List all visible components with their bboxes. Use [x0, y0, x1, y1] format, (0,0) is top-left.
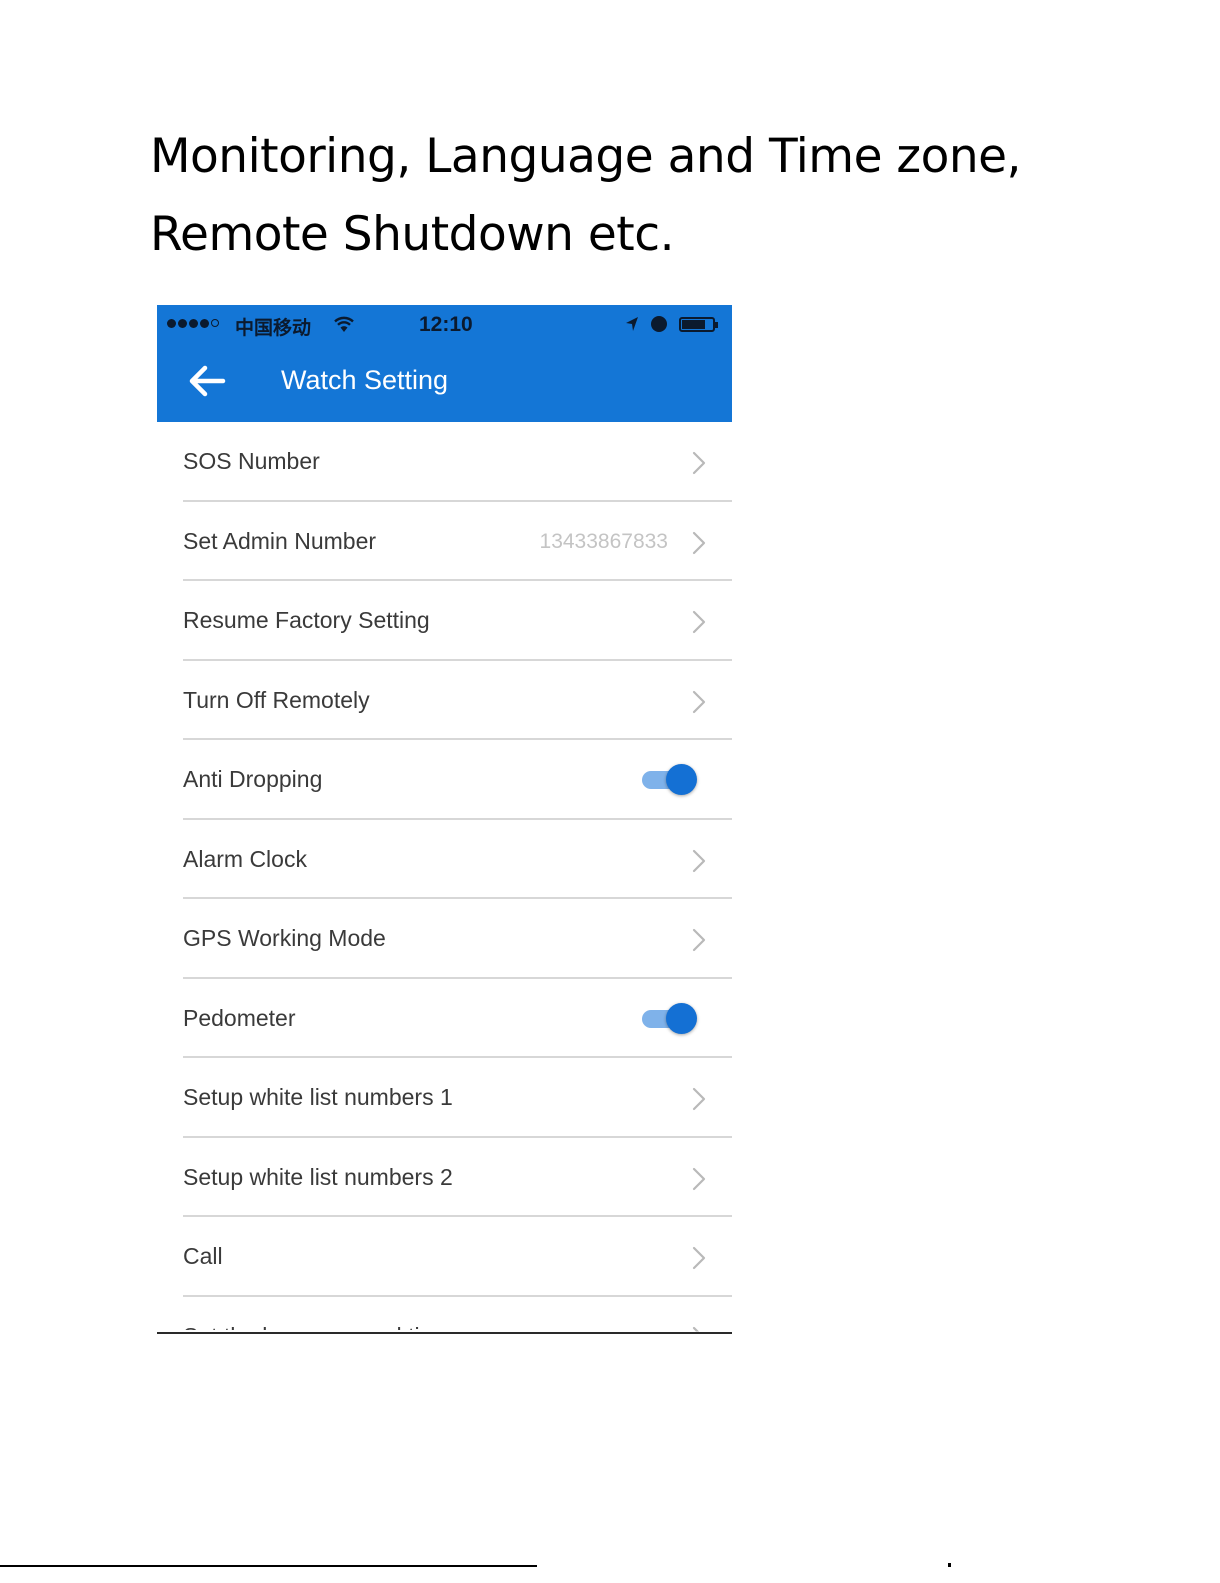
status-bar: 中国移动 12:10: [157, 305, 732, 345]
wifi-icon: [334, 316, 354, 332]
setting-label: Resume Factory Setting: [183, 607, 430, 633]
setting-label: Setup white list numbers 1: [183, 1084, 453, 1110]
setting-label: Alarm Clock: [183, 845, 307, 872]
page-title: Watch Setting: [281, 365, 449, 395]
setting-row-gps-working-mode[interactable]: GPS Working Mode: [157, 899, 732, 979]
chevron-right-icon: [692, 690, 706, 714]
phone-screenshot: 中国移动 12:10 Watch Setting SOS Number Set A…: [157, 305, 732, 1334]
arrow-left-icon[interactable]: [187, 363, 227, 399]
toggle-switch[interactable]: [640, 1002, 698, 1035]
footer-rule: [0, 1565, 537, 1567]
toggle-switch[interactable]: [640, 764, 698, 796]
setting-row-turn-off-remotely[interactable]: Turn Off Remotely: [157, 661, 732, 741]
chevron-right-icon: [692, 1087, 706, 1111]
setting-label: Anti Dropping: [183, 766, 323, 792]
setting-row-call[interactable]: Call: [157, 1217, 732, 1297]
heading-line-1: Monitoring, Language and Time zone,: [150, 129, 1022, 184]
setting-label: Setup white list numbers 2: [183, 1163, 453, 1190]
setting-row-resume-factory-setting[interactable]: Resume Factory Setting: [157, 581, 732, 661]
chevron-right-icon: [692, 451, 706, 475]
setting-value: 13433867833: [539, 529, 668, 553]
settings-list: SOS Number Set Admin Number 13433867833 Res…: [157, 422, 732, 1333]
chevron-right-icon: [692, 610, 706, 634]
chevron-right-icon: [692, 928, 706, 952]
chevron-right-icon: [692, 531, 706, 555]
setting-label: SOS Number: [183, 448, 320, 474]
alarm-icon: [651, 316, 667, 332]
app-bar: 中国移动 12:10 Watch Setting: [157, 305, 732, 422]
setting-row-partial[interactable]: Set the language and time zone: [157, 1297, 732, 1333]
setting-row-set-admin-number[interactable]: Set Admin Number 13433867833: [157, 502, 732, 582]
document-heading: Monitoring, Language and Time zone, Remo…: [150, 118, 1022, 274]
setting-row-anti-dropping[interactable]: Anti Dropping: [157, 740, 732, 820]
setting-row-alarm-clock[interactable]: Alarm Clock: [157, 820, 732, 900]
setting-label: Set Admin Number: [183, 527, 377, 554]
chevron-right-icon: [692, 1246, 706, 1270]
status-time: 12:10: [419, 313, 473, 336]
heading-line-2: Remote Shutdown etc.: [150, 207, 675, 262]
setting-row-setup-white-list-numbers-1[interactable]: Setup white list numbers 1: [157, 1058, 732, 1138]
chevron-right-icon: [692, 1167, 706, 1191]
setting-label: GPS Working Mode: [183, 925, 386, 951]
screenshot-bottom-edge: [157, 1332, 732, 1334]
footer-mark: [948, 1563, 951, 1567]
setting-label: Turn Off Remotely: [183, 686, 370, 713]
setting-label: Pedometer: [183, 1004, 296, 1031]
setting-row-setup-white-list-numbers-2[interactable]: Setup white list numbers 2: [157, 1138, 732, 1218]
carrier-name: 中国移动: [235, 318, 312, 339]
setting-row-sos-number[interactable]: SOS Number: [157, 422, 732, 502]
chevron-right-icon: [692, 849, 706, 873]
location-arrow-icon: [626, 317, 638, 331]
battery-icon: [679, 317, 718, 332]
setting-label: Call: [183, 1243, 223, 1269]
setting-row-pedometer[interactable]: Pedometer: [157, 979, 732, 1059]
signal-dots-icon: [167, 319, 219, 328]
